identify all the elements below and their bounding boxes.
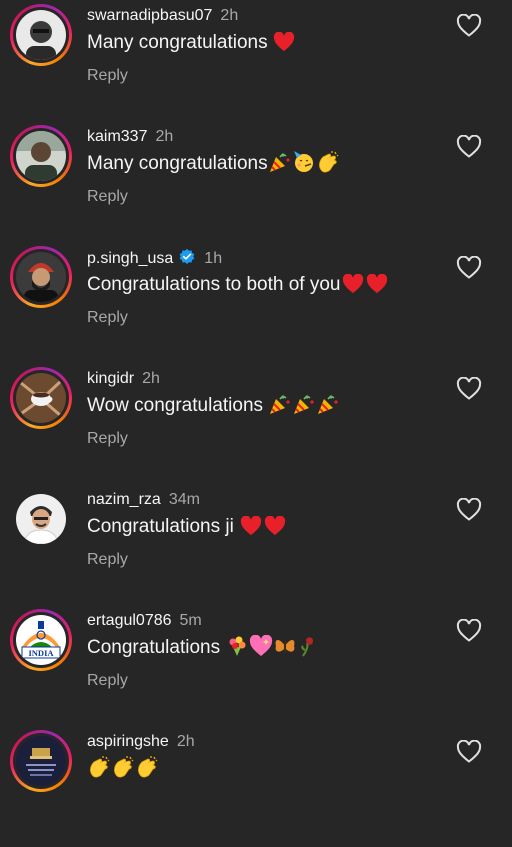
avatar[interactable] [10,367,72,429]
party-popper-icon [269,153,290,172]
comment-item: swarnadipbasu07 2h Many congratulations R… [0,0,512,121]
reply-button[interactable]: Reply [87,66,128,86]
comment-text [87,756,159,782]
reply-button[interactable]: Reply [87,550,128,570]
like-heart-icon[interactable] [456,135,482,159]
avatar-text: INDIA [28,648,54,658]
comment-text: Wow congratulations [87,393,340,419]
comment-item: aspiringshe 2h [0,726,512,847]
reply-button[interactable]: Reply [87,308,128,328]
butterfly-icon [275,639,295,653]
comment-text: Congratulations to both of you [87,272,389,298]
username[interactable]: nazim_rza [87,491,161,508]
timestamp: 1h [204,250,223,267]
party-popper-icon [294,395,314,414]
comment-text-body: Many congratulations [87,153,268,174]
heart-icon [265,516,286,536]
clapping-hands-icon [318,151,339,173]
like-heart-icon[interactable] [456,740,482,764]
comment-text-body: Congratulations ji [87,516,234,537]
comment-item: nazim_rza 34m Congratulations ji Reply [0,484,512,605]
timestamp: 2h [176,733,195,750]
timestamp: 2h [155,128,174,145]
like-heart-icon[interactable] [456,14,482,38]
partying-face-icon [293,151,313,172]
username[interactable]: aspiringshe [87,733,169,750]
clapping-hands-icon [90,756,110,778]
party-popper-icon [318,395,338,414]
heart-icon [366,274,387,294]
avatar[interactable] [10,730,72,792]
comment-text-body: Congratulations to both of you [87,274,341,295]
heart-icon [342,274,363,294]
sparkling-heart-icon [250,635,273,656]
comment-item: kingidr 2h Wow congratulations Reply [0,363,512,484]
avatar[interactable] [10,4,72,66]
comment-text: Many congratulations [87,151,340,177]
heart-icon [273,32,294,52]
reply-button[interactable]: Reply [87,429,128,449]
wilted-flower-icon [301,637,314,657]
username[interactable]: ertagul0786 [87,612,172,629]
comment-text: Many congratulations [87,30,295,56]
username[interactable]: p.singh_usa [87,250,173,267]
reply-button[interactable]: Reply [87,671,128,691]
avatar[interactable] [10,125,72,187]
comment-text: Congratulations ji [87,514,287,540]
comment-item: kaim337 2h Many congratulations Reply [0,121,512,242]
clapping-hands-icon [138,756,158,778]
heart-icon [241,516,262,536]
reply-button[interactable]: Reply [87,187,128,207]
avatar[interactable] [10,488,72,550]
comment-item: p.singh_usa 1h Congratulations to both of… [0,242,512,363]
username[interactable]: kaim337 [87,128,147,145]
bouquet-icon [229,636,246,656]
username[interactable]: swarnadipbasu07 [87,7,212,24]
like-heart-icon[interactable] [456,256,482,280]
comment-text-body: Congratulations [87,637,221,658]
username[interactable]: kingidr [87,370,134,387]
comment-text-body: Wow congratulations [87,395,264,416]
like-heart-icon[interactable] [456,498,482,522]
avatar[interactable] [10,246,72,308]
like-heart-icon[interactable] [456,377,482,401]
comment-text-body: Many congratulations [87,32,268,53]
timestamp: 5m [179,612,202,629]
verified-badge-icon [179,248,195,265]
timestamp: 34m [168,491,200,508]
avatar[interactable]: INDIA [10,609,72,671]
like-heart-icon[interactable] [456,619,482,643]
timestamp: 2h [220,7,239,24]
comment-text: Congratulations [87,635,321,661]
comment-item: INDIA ertagul0786 5m Congratulations Repl… [0,605,512,726]
clapping-hands-icon [114,756,134,778]
party-popper-icon [270,395,290,414]
timestamp: 2h [142,370,160,387]
